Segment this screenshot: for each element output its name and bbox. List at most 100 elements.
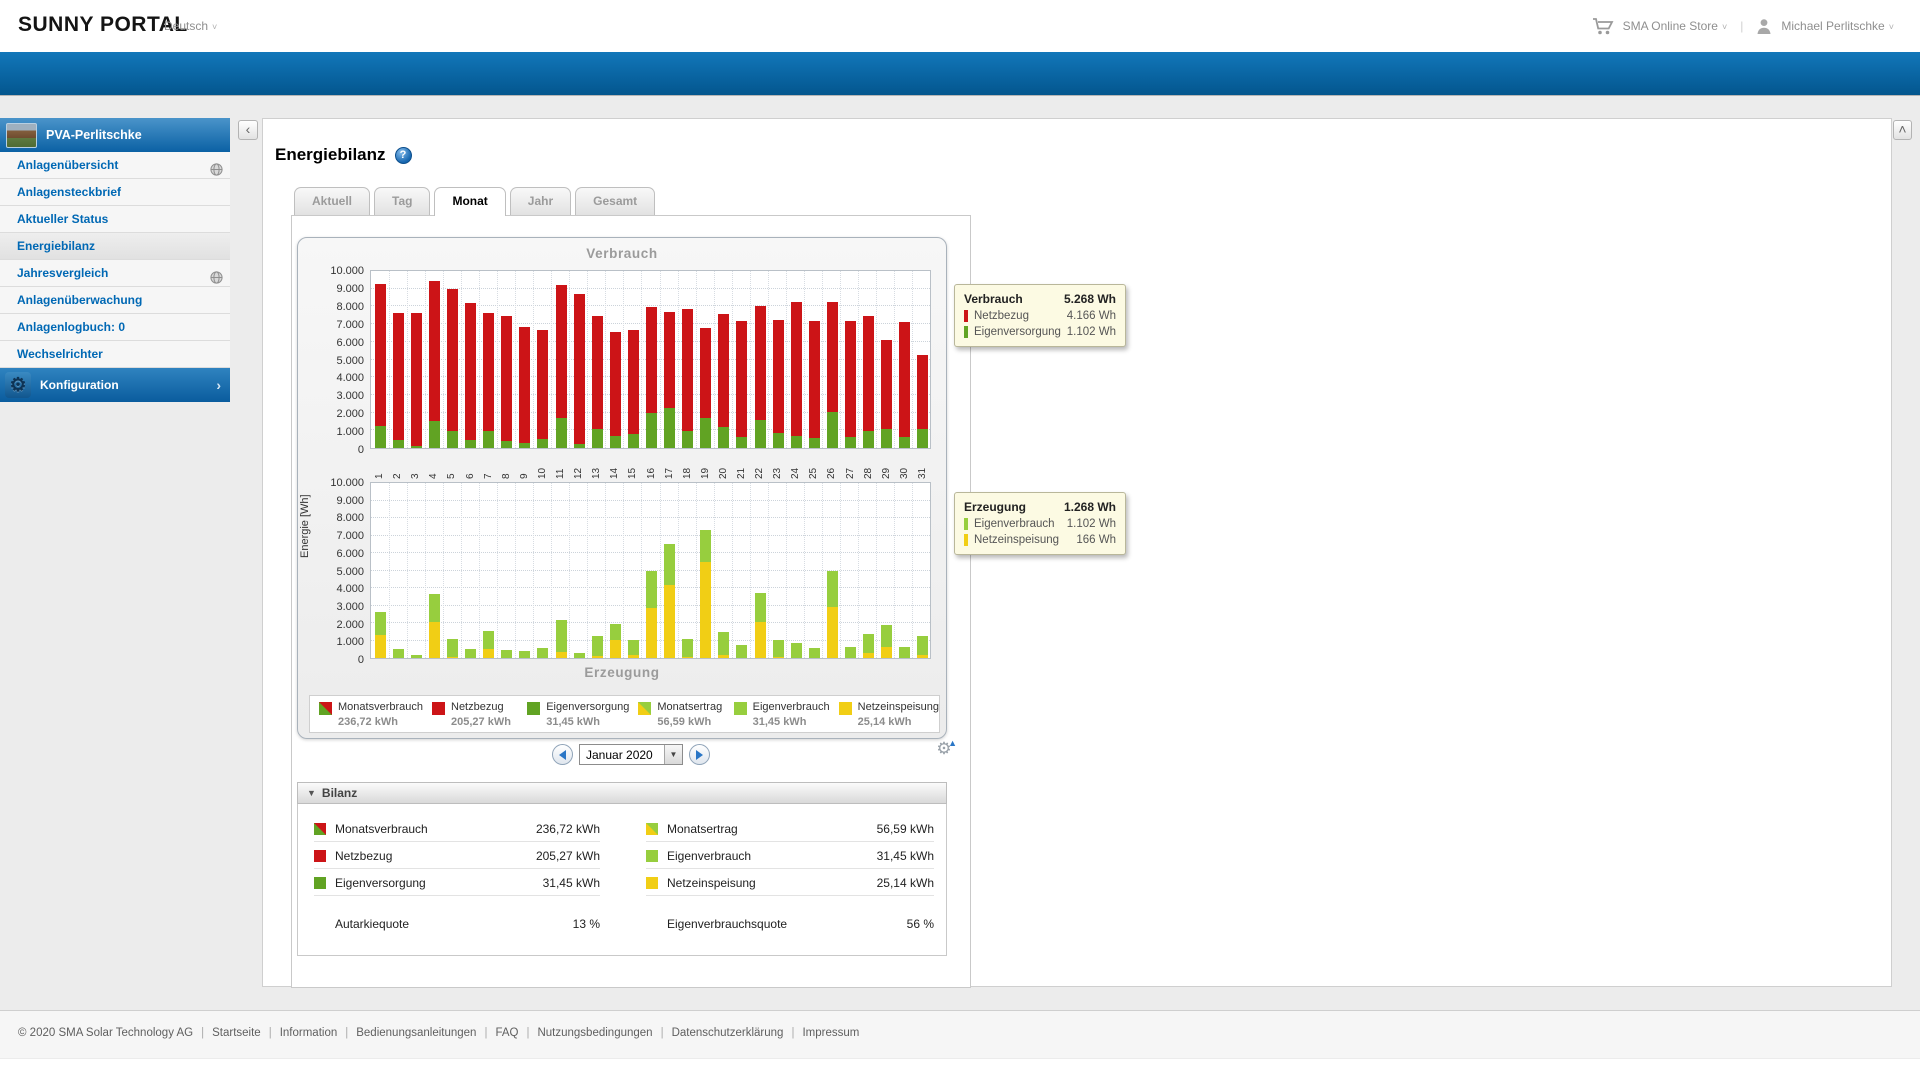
bar-day-24[interactable] [791,483,802,658]
bar-day-16[interactable] [646,271,657,448]
bar-day-27[interactable] [845,483,856,658]
bar-day-21[interactable] [736,271,747,448]
language-dropdown[interactable]: Deutsch˅ [164,19,217,33]
bar-day-1[interactable] [375,483,386,658]
bar-day-25[interactable] [809,483,820,658]
bar-day-21[interactable] [736,483,747,658]
sidebar-item-konfiguration[interactable]: ⚙ Konfiguration › [0,368,230,402]
bar-day-30[interactable] [899,483,910,658]
tooltip-row-value: 4.166 Wh [1067,310,1116,322]
footer-link-impressum[interactable]: Impressum [802,1027,859,1039]
bar-day-11[interactable] [556,271,567,448]
bar-day-12[interactable] [574,483,585,658]
bar-day-17[interactable] [664,271,675,448]
bar-day-9[interactable] [519,271,530,448]
bar-day-14[interactable] [610,483,621,658]
bar-day-10[interactable] [537,483,548,658]
sidebar-collapse-button[interactable]: ‹ [238,120,258,140]
sidebar-item-aktueller-status[interactable]: Aktueller Status [0,206,230,233]
bar-day-6[interactable] [465,483,476,658]
bar-day-26[interactable] [827,271,838,448]
tab-gesamt[interactable]: Gesamt [575,187,655,215]
bar-day-19[interactable] [700,271,711,448]
bar-day-9[interactable] [519,483,530,658]
bilanz-header[interactable]: ▼ Bilanz [297,782,947,804]
bar-day-20[interactable] [718,271,729,448]
bar-day-12[interactable] [574,271,585,448]
help-icon[interactable]: ? [395,147,412,164]
next-month-button[interactable] [689,744,710,765]
tab-monat[interactable]: Monat [434,187,505,216]
tab-tag[interactable]: Tag [374,187,430,215]
bar-day-1[interactable] [375,271,386,448]
footer-link-nutzungsbedingungen[interactable]: Nutzungsbedingungen [537,1027,652,1039]
bar-day-2[interactable] [393,483,404,658]
bar-day-2[interactable] [393,271,404,448]
bar-day-8[interactable] [501,483,512,658]
tab-aktuell[interactable]: Aktuell [294,187,370,215]
scroll-top-button[interactable]: ˄ [1893,120,1912,140]
prev-month-button[interactable] [552,744,573,765]
sidebar-item-anlagen-bersicht[interactable]: Anlagenübersicht [0,152,230,179]
bar-day-18[interactable] [682,483,693,658]
sidebar-item-anlagensteckbrief[interactable]: Anlagensteckbrief [0,179,230,206]
bar-day-7[interactable] [483,271,494,448]
bar-day-27[interactable] [845,271,856,448]
footer-link-startseite[interactable]: Startseite [212,1027,261,1039]
bar-day-18[interactable] [682,271,693,448]
footer-link-bedienungsanleitungen[interactable]: Bedienungsanleitungen [356,1027,476,1039]
sidebar-item-jahresvergleich[interactable]: Jahresvergleich [0,260,230,287]
chart-settings-gear-icon[interactable]: ⚙▲ [934,739,954,759]
gridline-v [443,483,444,658]
bar-day-30[interactable] [899,271,910,448]
bar-day-7[interactable] [483,483,494,658]
bar-day-23[interactable] [773,271,784,448]
bar-day-22[interactable] [755,483,766,658]
bar-day-15[interactable] [628,483,639,658]
sidebar-item-energiebilanz[interactable]: Energiebilanz [0,233,230,260]
month-select[interactable]: Januar 2020 ▼ [579,744,683,765]
bar-day-15[interactable] [628,271,639,448]
bar-day-31[interactable] [917,271,928,448]
x-tick-label: 31 [917,453,928,479]
bar-day-3[interactable] [411,271,422,448]
bar-day-23[interactable] [773,483,784,658]
bar-day-11[interactable] [556,483,567,658]
bar-day-6[interactable] [465,271,476,448]
bar-day-13[interactable] [592,271,603,448]
bar-day-14[interactable] [610,271,621,448]
sidebar-item-anlagenlogbuch-0[interactable]: Anlagenlogbuch: 0 [0,314,230,341]
footer-link-datenschutzerkl-rung[interactable]: Datenschutzerklärung [672,1027,784,1039]
bar-day-3[interactable] [411,483,422,658]
footer-link-faq[interactable]: FAQ [495,1027,518,1039]
bar-day-4[interactable] [429,483,440,658]
bar-day-22[interactable] [755,271,766,448]
bar-day-28[interactable] [863,271,874,448]
bottom-strip [0,1059,1920,1080]
bar-day-29[interactable] [881,483,892,658]
bar-day-29[interactable] [881,271,892,448]
sidebar-item-wechselrichter[interactable]: Wechselrichter [0,341,230,368]
footer-link-information[interactable]: Information [280,1027,338,1039]
user-dropdown[interactable]: Michael Perlitschke˅ [1781,19,1894,33]
bar-day-8[interactable] [501,271,512,448]
legend-item-monatsertrag: Monatsertrag56,59 kWh [629,696,724,732]
bar-day-19[interactable] [700,483,711,658]
bar-day-10[interactable] [537,271,548,448]
sidebar-plant-header[interactable]: PVA-Perlitschke [0,118,230,152]
bar-day-20[interactable] [718,483,729,658]
bar-day-24[interactable] [791,271,802,448]
bar-day-13[interactable] [592,483,603,658]
bar-day-26[interactable] [827,483,838,658]
tab-jahr[interactable]: Jahr [510,187,571,215]
bar-day-28[interactable] [863,483,874,658]
bar-day-5[interactable] [447,271,458,448]
bar-day-17[interactable] [664,483,675,658]
bar-day-31[interactable] [917,483,928,658]
store-dropdown[interactable]: SMA Online Store˅ [1623,19,1728,33]
bar-day-16[interactable] [646,483,657,658]
bar-day-4[interactable] [429,271,440,448]
bar-day-5[interactable] [447,483,458,658]
sidebar-item-anlagen-berwachung[interactable]: Anlagenüberwachung [0,287,230,314]
bar-day-25[interactable] [809,271,820,448]
